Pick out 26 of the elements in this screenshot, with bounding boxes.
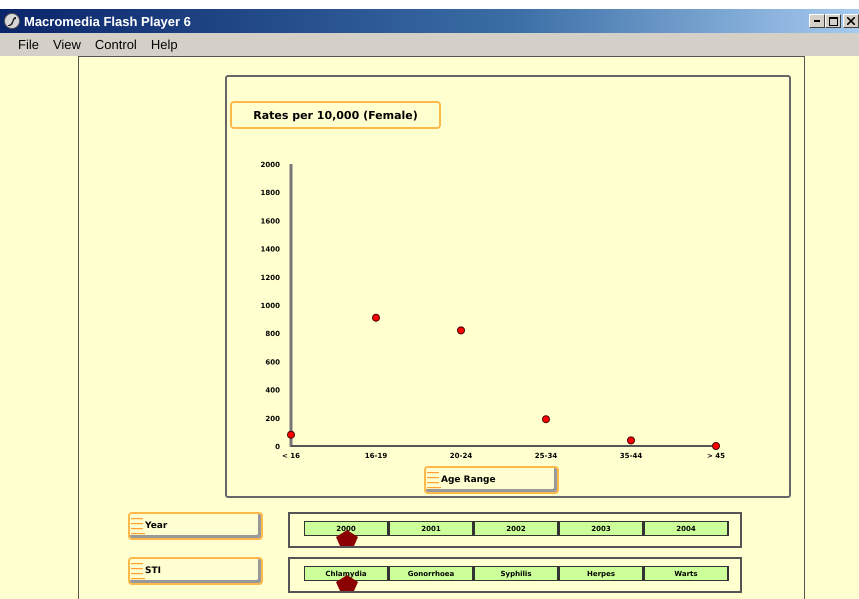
close-icon [847,17,855,25]
chart-title: Rates per 10,000 (Female) [230,101,441,129]
axis-label-button[interactable]: Age Range [424,466,559,494]
menu-item[interactable]: File [12,37,45,52]
menu-item[interactable]: Help [144,37,184,52]
lines-icon [131,515,145,537]
menu-item[interactable]: View [46,37,87,52]
minimize-icon [814,20,820,22]
data-point [712,442,720,450]
maximize-icon [828,16,838,26]
data-point [627,436,635,444]
data-point [457,326,465,334]
data-point [372,314,380,322]
lines-icon [427,469,441,491]
selector-label-button[interactable]: STI [128,557,263,585]
menu-item[interactable]: Control [88,37,143,52]
close-button[interactable] [843,14,859,28]
data-point [287,430,295,439]
minimize-button[interactable] [809,14,825,28]
lines-icon [131,560,145,582]
data-point [542,415,550,424]
flash-logo-icon [4,13,20,29]
selector-label-button[interactable]: Year [128,512,263,540]
pointer-icon[interactable] [336,530,358,546]
window-title: Macromedia Flash Player 6 [24,14,192,28]
maximize-button[interactable] [825,14,841,28]
